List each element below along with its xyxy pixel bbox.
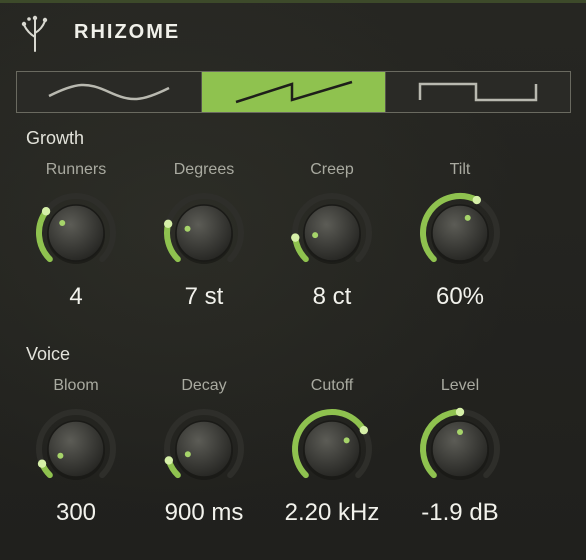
- knob-label: Runners: [45, 161, 107, 178]
- knob-decay: Decay 900 ms: [140, 377, 268, 537]
- knob-value: 8 ct: [312, 283, 352, 310]
- tilt-knob[interactable]: [410, 183, 510, 283]
- knob-level: Level -1.9 dB: [396, 377, 524, 537]
- knob-arc-endpoint: [163, 219, 173, 228]
- app-title: RHIZOME: [74, 21, 181, 43]
- knob-indicator-dot: [457, 429, 463, 435]
- square-wave-button[interactable]: [385, 72, 571, 112]
- saw-wave-icon: [235, 80, 352, 104]
- knob-body: [47, 204, 105, 262]
- knob-body: [47, 420, 105, 478]
- creep-knob[interactable]: [282, 183, 382, 283]
- knob-body: [175, 420, 233, 478]
- knob-value: 2.20 kHz: [284, 499, 380, 526]
- degrees-knob[interactable]: [154, 183, 254, 283]
- sprout-icon: [21, 15, 48, 52]
- knob-value: 60%: [435, 283, 485, 310]
- knob-label: Bloom: [53, 377, 99, 394]
- knob-value: -1.9 dB: [421, 499, 499, 526]
- sine-wave-icon: [48, 83, 170, 101]
- knob-cutoff: Cutoff 2.20 kHz: [268, 377, 396, 537]
- saw-wave-button[interactable]: [200, 72, 386, 112]
- knob-arc-endpoint: [455, 407, 465, 417]
- knob-arc-endpoint: [41, 207, 51, 216]
- knob-indicator-dot: [464, 214, 471, 221]
- knob-indicator-dot: [184, 225, 191, 232]
- knob-indicator-dot: [184, 451, 191, 458]
- knob-indicator-dot: [312, 232, 319, 239]
- knob-creep: Creep 8 ct: [268, 161, 396, 321]
- knob-body: [303, 420, 361, 478]
- header: RHIZOME: [0, 3, 586, 63]
- level-knob[interactable]: [410, 399, 510, 499]
- knob-arc-endpoint: [164, 456, 174, 465]
- square-wave-icon: [418, 82, 538, 102]
- knob-label: Tilt: [449, 161, 471, 178]
- knob-label: Creep: [310, 161, 354, 178]
- knob-indicator-dot: [57, 452, 64, 459]
- knob-label: Decay: [181, 377, 227, 394]
- knob-tilt: Tilt 60%: [396, 161, 524, 321]
- knob-indicator-dot: [343, 437, 350, 444]
- knob-value: 900 ms: [164, 499, 244, 526]
- waveform-selector: [16, 71, 571, 113]
- knob-runners: Runners 4: [12, 161, 140, 321]
- decay-knob[interactable]: [154, 399, 254, 499]
- knob-label: Degrees: [173, 161, 235, 178]
- sine-wave-button[interactable]: [17, 72, 201, 112]
- knob-arc-endpoint: [359, 425, 369, 435]
- knob-value: 4: [69, 283, 83, 310]
- knob-label: Level: [440, 377, 480, 394]
- knob-degrees: Degrees 7 st: [140, 161, 268, 321]
- knob-bloom: Bloom 300: [12, 377, 140, 537]
- knob-body: [175, 204, 233, 262]
- bloom-knob[interactable]: [26, 399, 126, 499]
- knob-arc-endpoint: [291, 233, 300, 242]
- knob-indicator-dot: [59, 220, 66, 227]
- knob-body: [303, 204, 361, 262]
- knob-arc-endpoint: [472, 195, 481, 205]
- knob-body: [431, 204, 489, 262]
- cutoff-knob[interactable]: [282, 399, 382, 499]
- knob-label: Cutoff: [310, 377, 354, 394]
- section-label-voice: Voice: [26, 344, 71, 364]
- knob-value: 300: [55, 499, 97, 526]
- knob-arc-endpoint: [37, 459, 47, 468]
- section-label-growth: Growth: [26, 128, 85, 148]
- knob-value: 7 st: [184, 283, 224, 310]
- runners-knob[interactable]: [26, 183, 126, 283]
